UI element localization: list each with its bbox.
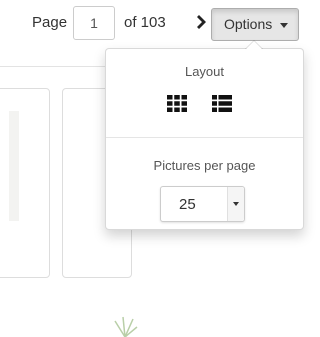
select-arrow — [227, 187, 244, 221]
page-number-input[interactable] — [73, 6, 115, 40]
options-button-label: Options — [224, 16, 273, 32]
pictures-per-page-heading: Pictures per page — [153, 158, 256, 173]
picture-thumbnail[interactable] — [0, 88, 50, 278]
grid-view-icon[interactable] — [167, 95, 187, 112]
layout-heading: Layout — [184, 64, 225, 79]
pictures-per-page-select[interactable]: 25 — [160, 186, 245, 222]
plant-image — [114, 316, 138, 337]
options-button[interactable]: Options — [211, 8, 299, 41]
options-dropdown-menu: Layout Pictures per page 25 — [105, 40, 304, 230]
list-view-icon[interactable] — [212, 95, 232, 112]
pictures-per-page-value: 25 — [179, 196, 196, 213]
chevron-right-icon[interactable] — [197, 14, 207, 30]
page-label: Page — [32, 14, 68, 31]
menu-divider — [106, 137, 303, 138]
chevron-down-icon — [233, 202, 239, 206]
thumbnail-image — [9, 111, 19, 221]
page-count-label: of 103 — [124, 14, 166, 31]
caret-down-icon — [280, 23, 288, 28]
